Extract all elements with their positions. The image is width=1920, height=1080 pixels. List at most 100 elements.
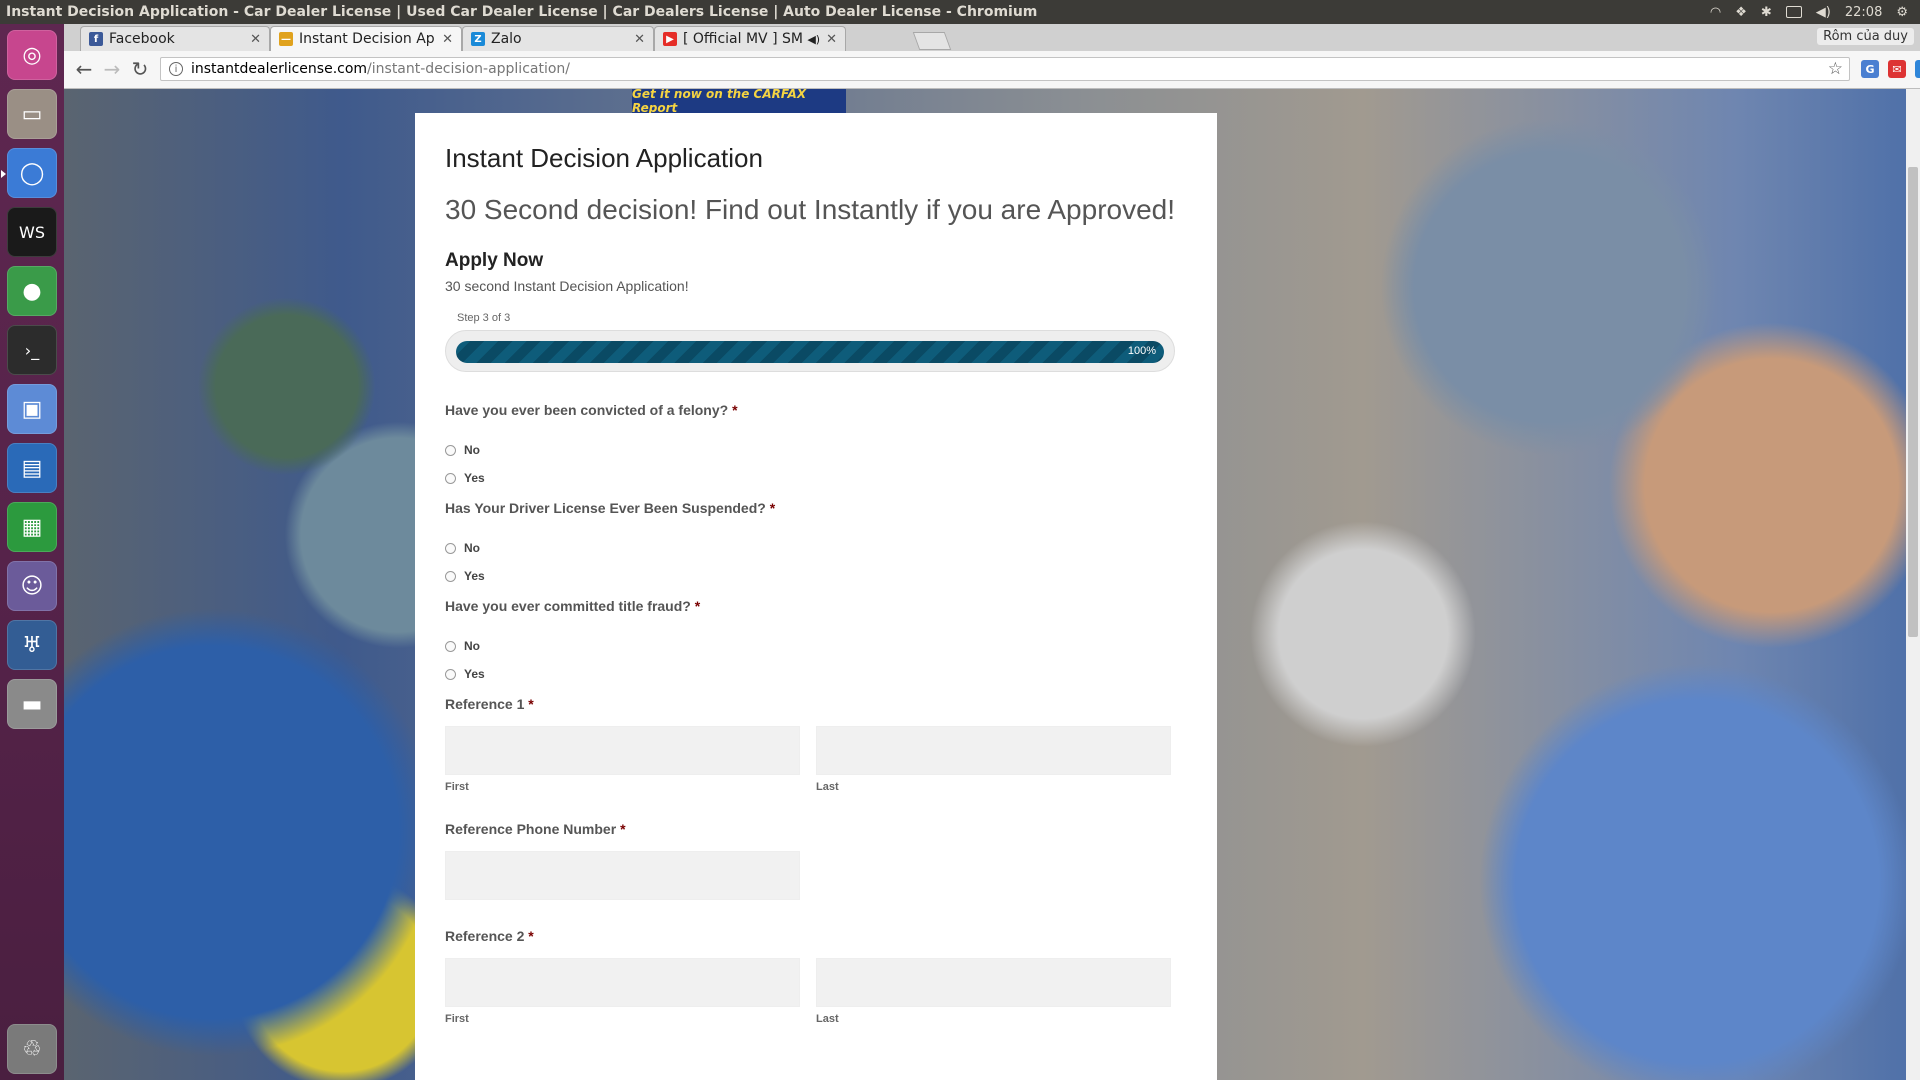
title-fraud-question: Have you ever committed title fraud? * N… [445, 598, 1187, 684]
close-tab-icon[interactable]: ✕ [442, 32, 453, 47]
required-mark: * [694, 598, 701, 614]
progress-track: 100% [445, 330, 1175, 372]
reference-1-last-input[interactable] [816, 726, 1171, 775]
volume-icon[interactable]: ◀) [1816, 5, 1831, 20]
option-label[interactable]: Yes [464, 569, 485, 583]
option-label[interactable]: No [464, 443, 480, 457]
reference-1-first-input[interactable] [445, 726, 800, 775]
back-arrow-icon[interactable]: ← [72, 57, 96, 81]
tab-label: Zalo [491, 31, 522, 47]
gmail-extension-icon[interactable]: ✉ [1888, 60, 1906, 78]
os-top-bar: Instant Decision Application - Car Deale… [0, 0, 1920, 24]
trash-icon[interactable]: ♲ [7, 1024, 57, 1074]
address-bar[interactable]: i instantdealerlicense.com /instant-deci… [160, 57, 1850, 81]
writer-icon[interactable]: ▤ [7, 443, 57, 493]
translate-extension-icon[interactable]: G [1861, 60, 1879, 78]
step-indicator: Step 3 of 3 [457, 312, 511, 324]
virtualbox-icon[interactable]: ▣ [7, 384, 57, 434]
felony-yes-option[interactable]: Yes [445, 468, 1187, 488]
unity-launcher: ◎ ▭ ◯ WS ● ›_ ▣ ▤ ▦ ☺ ♅ ▬ ♲ [0, 24, 64, 1080]
close-tab-icon[interactable]: ✕ [250, 32, 261, 47]
tab-youtube[interactable]: ▶ [ Official MV ] SM ◀) ✕ [654, 26, 846, 51]
required-mark: * [528, 696, 534, 712]
site-favicon-icon: — [279, 32, 293, 46]
fraud-yes-option[interactable]: Yes [445, 664, 1187, 684]
tab-strip: f Facebook ✕ — Instant Decision App ✕ Z … [64, 24, 1920, 51]
battery-icon[interactable] [1785, 6, 1802, 18]
app-glyph: ◯ [19, 160, 45, 186]
radio-button[interactable] [445, 570, 456, 582]
radio-button[interactable] [445, 640, 456, 652]
reference-1-group: Reference 1 * First Last [445, 696, 1187, 793]
radio-button[interactable] [445, 542, 456, 554]
question-label: Has Your Driver License Ever Been Suspen… [445, 500, 766, 516]
close-tab-icon[interactable]: ✕ [634, 32, 645, 47]
tab-instant-decision[interactable]: — Instant Decision App ✕ [270, 26, 462, 51]
page-scrollbar[interactable] [1906, 89, 1920, 1080]
bookmark-star-icon[interactable]: ☆ [1828, 59, 1843, 79]
tab-label: Facebook [109, 31, 175, 47]
tab-zalo[interactable]: Z Zalo ✕ [462, 26, 654, 51]
reference-2-first-input[interactable] [445, 958, 800, 1007]
tab-facebook[interactable]: f Facebook ✕ [80, 26, 270, 51]
app-glyph: ›_ [24, 340, 40, 360]
scrollbar-thumb[interactable] [1908, 167, 1918, 637]
files-icon[interactable]: ▭ [7, 89, 57, 139]
required-mark: * [528, 928, 534, 944]
first-sublabel: First [445, 1013, 469, 1025]
app-glyph: ▭ [21, 101, 43, 127]
chromium-icon[interactable]: ◯ [1, 148, 57, 198]
profile-button[interactable]: Rôm của duy [1817, 28, 1914, 45]
license-suspended-question: Has Your Driver License Ever Been Suspen… [445, 500, 1187, 586]
bluetooth-icon[interactable]: ✱ [1761, 5, 1772, 20]
wifi-icon[interactable]: ◠ [1710, 5, 1721, 20]
webstorm-icon[interactable]: WS [7, 207, 57, 257]
felony-question: Have you ever been convicted of a felony… [445, 402, 1187, 488]
extension-icon[interactable]: S [1915, 60, 1920, 78]
disk-icon[interactable]: ▬ [7, 679, 57, 729]
forward-arrow-icon[interactable]: → [100, 57, 124, 81]
suspended-no-option[interactable]: No [445, 538, 1187, 558]
reference-phone-group: Reference Phone Number * [445, 821, 1187, 900]
settings-gear-icon[interactable]: ⚙ [1896, 5, 1908, 20]
pgadmin-icon[interactable]: ♅ [7, 620, 57, 670]
reference-2-group: Reference 2 * First Last [445, 928, 1187, 1025]
field-label: Reference Phone Number [445, 821, 617, 837]
facebook-favicon-icon: f [89, 32, 103, 46]
close-tab-icon[interactable]: ✕ [826, 32, 837, 47]
dropbox-icon[interactable]: ❖ [1735, 5, 1747, 20]
felony-no-option[interactable]: No [445, 440, 1187, 460]
radio-button[interactable] [445, 668, 456, 680]
reference-phone-input[interactable] [445, 851, 800, 900]
audio-playing-icon[interactable]: ◀) [807, 33, 820, 46]
ubuntu-dash-icon[interactable]: ◎ [7, 30, 57, 80]
site-info-icon[interactable]: i [169, 62, 183, 76]
reference-2-last-input[interactable] [816, 958, 1171, 1007]
robomongo-icon[interactable]: ● [7, 266, 57, 316]
app-glyph: ☺ [20, 573, 44, 599]
url-path: /instant-decision-application/ [367, 61, 571, 77]
question-label: Have you ever been convicted of a felony… [445, 402, 729, 418]
question-label: Have you ever committed title fraud? [445, 598, 691, 614]
progress-fill: 100% [456, 341, 1164, 363]
option-label[interactable]: No [464, 639, 480, 653]
pidgin-icon[interactable]: ☺ [7, 561, 57, 611]
url-domain: instantdealerlicense.com [191, 61, 368, 77]
system-tray: ◠ ❖ ✱ ◀) 22:08 ⚙ [1710, 5, 1920, 20]
reload-icon[interactable]: ↻ [128, 57, 152, 81]
fraud-no-option[interactable]: No [445, 636, 1187, 656]
option-label[interactable]: Yes [464, 667, 485, 681]
option-label[interactable]: Yes [464, 471, 485, 485]
new-tab-button[interactable] [912, 32, 952, 50]
calc-icon[interactable]: ▦ [7, 502, 57, 552]
option-label[interactable]: No [464, 541, 480, 555]
radio-button[interactable] [445, 472, 456, 484]
app-glyph: ◎ [22, 42, 42, 68]
app-glyph: ▬ [21, 691, 43, 717]
radio-button[interactable] [445, 444, 456, 456]
background-sign: Get it now on the CARFAX Report [632, 89, 846, 115]
suspended-yes-option[interactable]: Yes [445, 566, 1187, 586]
tab-label: [ Official MV ] SM [683, 31, 803, 47]
clock[interactable]: 22:08 [1845, 5, 1882, 20]
terminal-icon[interactable]: ›_ [7, 325, 57, 375]
